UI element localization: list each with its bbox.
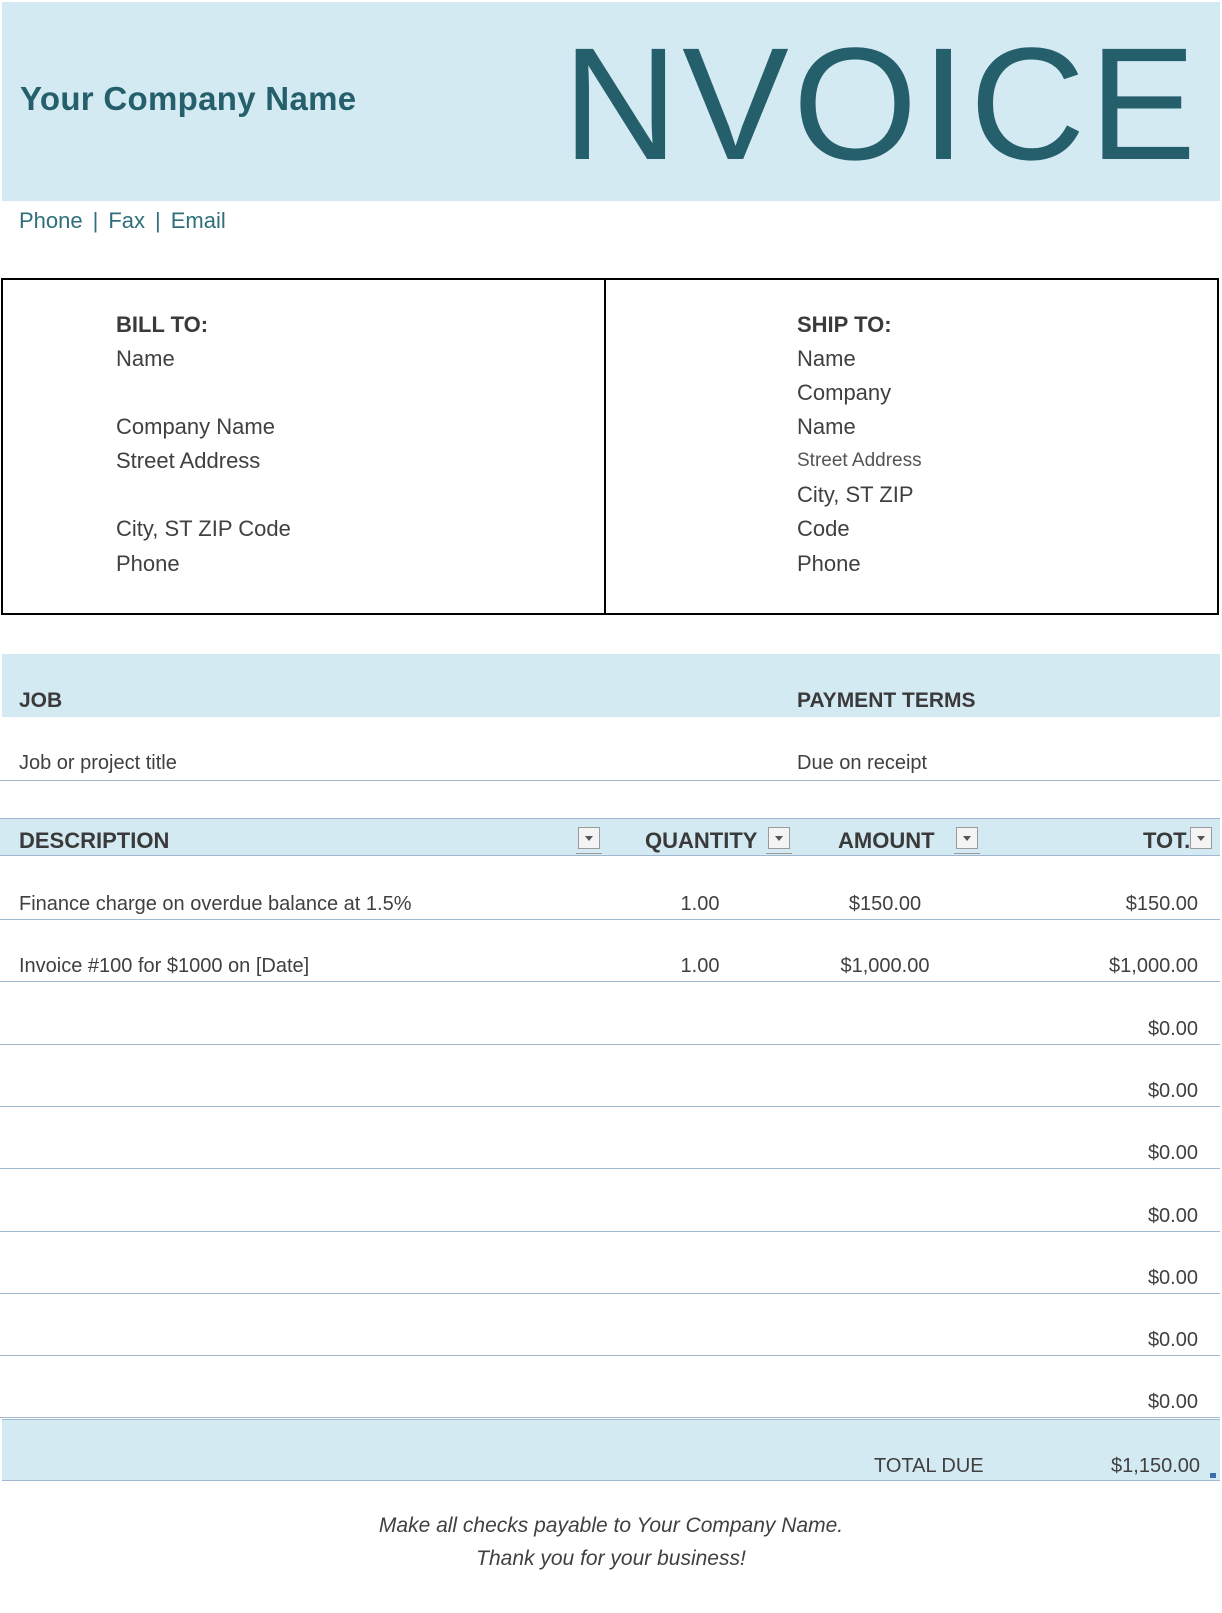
table-row: Invoice #100 for $1000 on [Date] 1.00 $1,0… [0, 920, 1220, 983]
footer-payable-note: Make all checks payable to Your Company … [378, 1514, 844, 1537]
footer-thank-you: Thank you for your business! [476, 1547, 746, 1570]
job-title-value[interactable]: Job or project title [19, 752, 177, 775]
total-filter-dropdown[interactable] [1190, 827, 1212, 849]
table-row: $0.00 [0, 1356, 1220, 1419]
row-total[interactable]: $1,000.00 [1109, 955, 1198, 978]
payment-terms-value[interactable]: Due on receipt [797, 752, 927, 775]
ship-to-phone: Phone [797, 551, 861, 576]
bill-to-street: Street Address [116, 448, 261, 473]
bill-to-phone: Phone [116, 551, 180, 576]
contact-email: Email [170, 208, 226, 233]
ship-to-company: Company [797, 380, 892, 405]
job-rule [0, 780, 1220, 781]
col-quantity: QUANTITY [645, 828, 758, 853]
col-total: TOT. [1143, 828, 1191, 853]
invoice-title: NVOICE [562, 14, 1200, 193]
ship-to-heading: SHIP TO: [797, 312, 892, 337]
filter-underline [576, 853, 602, 854]
table-row: $0.00 [0, 1232, 1220, 1294]
row-description[interactable]: Finance charge on overdue balance at 1.5… [19, 893, 412, 916]
col-amount: AMOUNT [838, 828, 935, 853]
table-resize-handle[interactable] [1210, 1473, 1216, 1478]
row-amount[interactable]: $150.00 [810, 893, 960, 916]
filter-underline [766, 853, 792, 854]
table-row: $0.00 [0, 1294, 1220, 1357]
row-total[interactable]: $0.00 [1148, 1391, 1198, 1414]
description-filter-dropdown[interactable] [578, 827, 600, 849]
company-name: Your Company Name [20, 80, 357, 117]
row-total[interactable]: $150.00 [1126, 893, 1198, 916]
amount-filter-dropdown[interactable] [956, 827, 978, 849]
contact-fax: Fax [108, 208, 146, 233]
total-due-value: $1,150.00 [1111, 1455, 1200, 1477]
job-band [2, 654, 1220, 717]
filter-underline [954, 853, 980, 854]
table-row: $0.00 [0, 983, 1220, 1045]
row-total[interactable]: $0.00 [1148, 1205, 1198, 1228]
ship-to-name: Name [797, 346, 856, 371]
bill-to-company: Company Name [116, 414, 275, 439]
ship-to-city: City, ST ZIP [797, 482, 914, 507]
job-heading: JOB [19, 689, 63, 712]
bill-to-name: Name [116, 346, 175, 371]
row-total[interactable]: $0.00 [1148, 1142, 1198, 1165]
ship-to-company-name: Name [797, 414, 856, 439]
bill-to-city: City, ST ZIP Code [116, 516, 291, 541]
row-total[interactable]: $0.00 [1148, 1018, 1198, 1041]
contact-phone: Phone [19, 208, 83, 233]
contact-separator: | [155, 208, 161, 233]
quantity-filter-dropdown[interactable] [768, 827, 790, 849]
contact-separator: | [92, 208, 99, 233]
row-total[interactable]: $0.00 [1148, 1267, 1198, 1290]
row-total[interactable]: $0.00 [1148, 1080, 1198, 1103]
row-amount[interactable]: $1,000.00 [810, 955, 960, 978]
table-row: $0.00 [0, 1107, 1220, 1170]
table-header-row [0, 818, 1220, 856]
table-row: $0.00 [0, 1045, 1220, 1107]
total-band [2, 1419, 1220, 1481]
row-quantity[interactable]: 1.00 [625, 955, 775, 978]
address-divider [604, 278, 606, 615]
ship-to-street: Street Address [797, 450, 922, 471]
total-due-label: TOTAL DUE [874, 1455, 984, 1477]
table-row: $0.00 [0, 1170, 1220, 1232]
table-row: Finance charge on overdue balance at 1.5… [0, 858, 1220, 920]
ship-to-code: Code [797, 516, 850, 541]
payment-terms-heading: PAYMENT TERMS [797, 689, 976, 712]
row-description[interactable]: Invoice #100 for $1000 on [Date] [19, 955, 309, 978]
row-total[interactable]: $0.00 [1148, 1329, 1198, 1352]
bill-to-heading: BILL TO: [116, 312, 209, 337]
contact-line: Phone | Fax | Email [19, 208, 226, 234]
row-quantity[interactable]: 1.00 [625, 893, 775, 916]
col-description: DESCRIPTION [19, 828, 170, 853]
